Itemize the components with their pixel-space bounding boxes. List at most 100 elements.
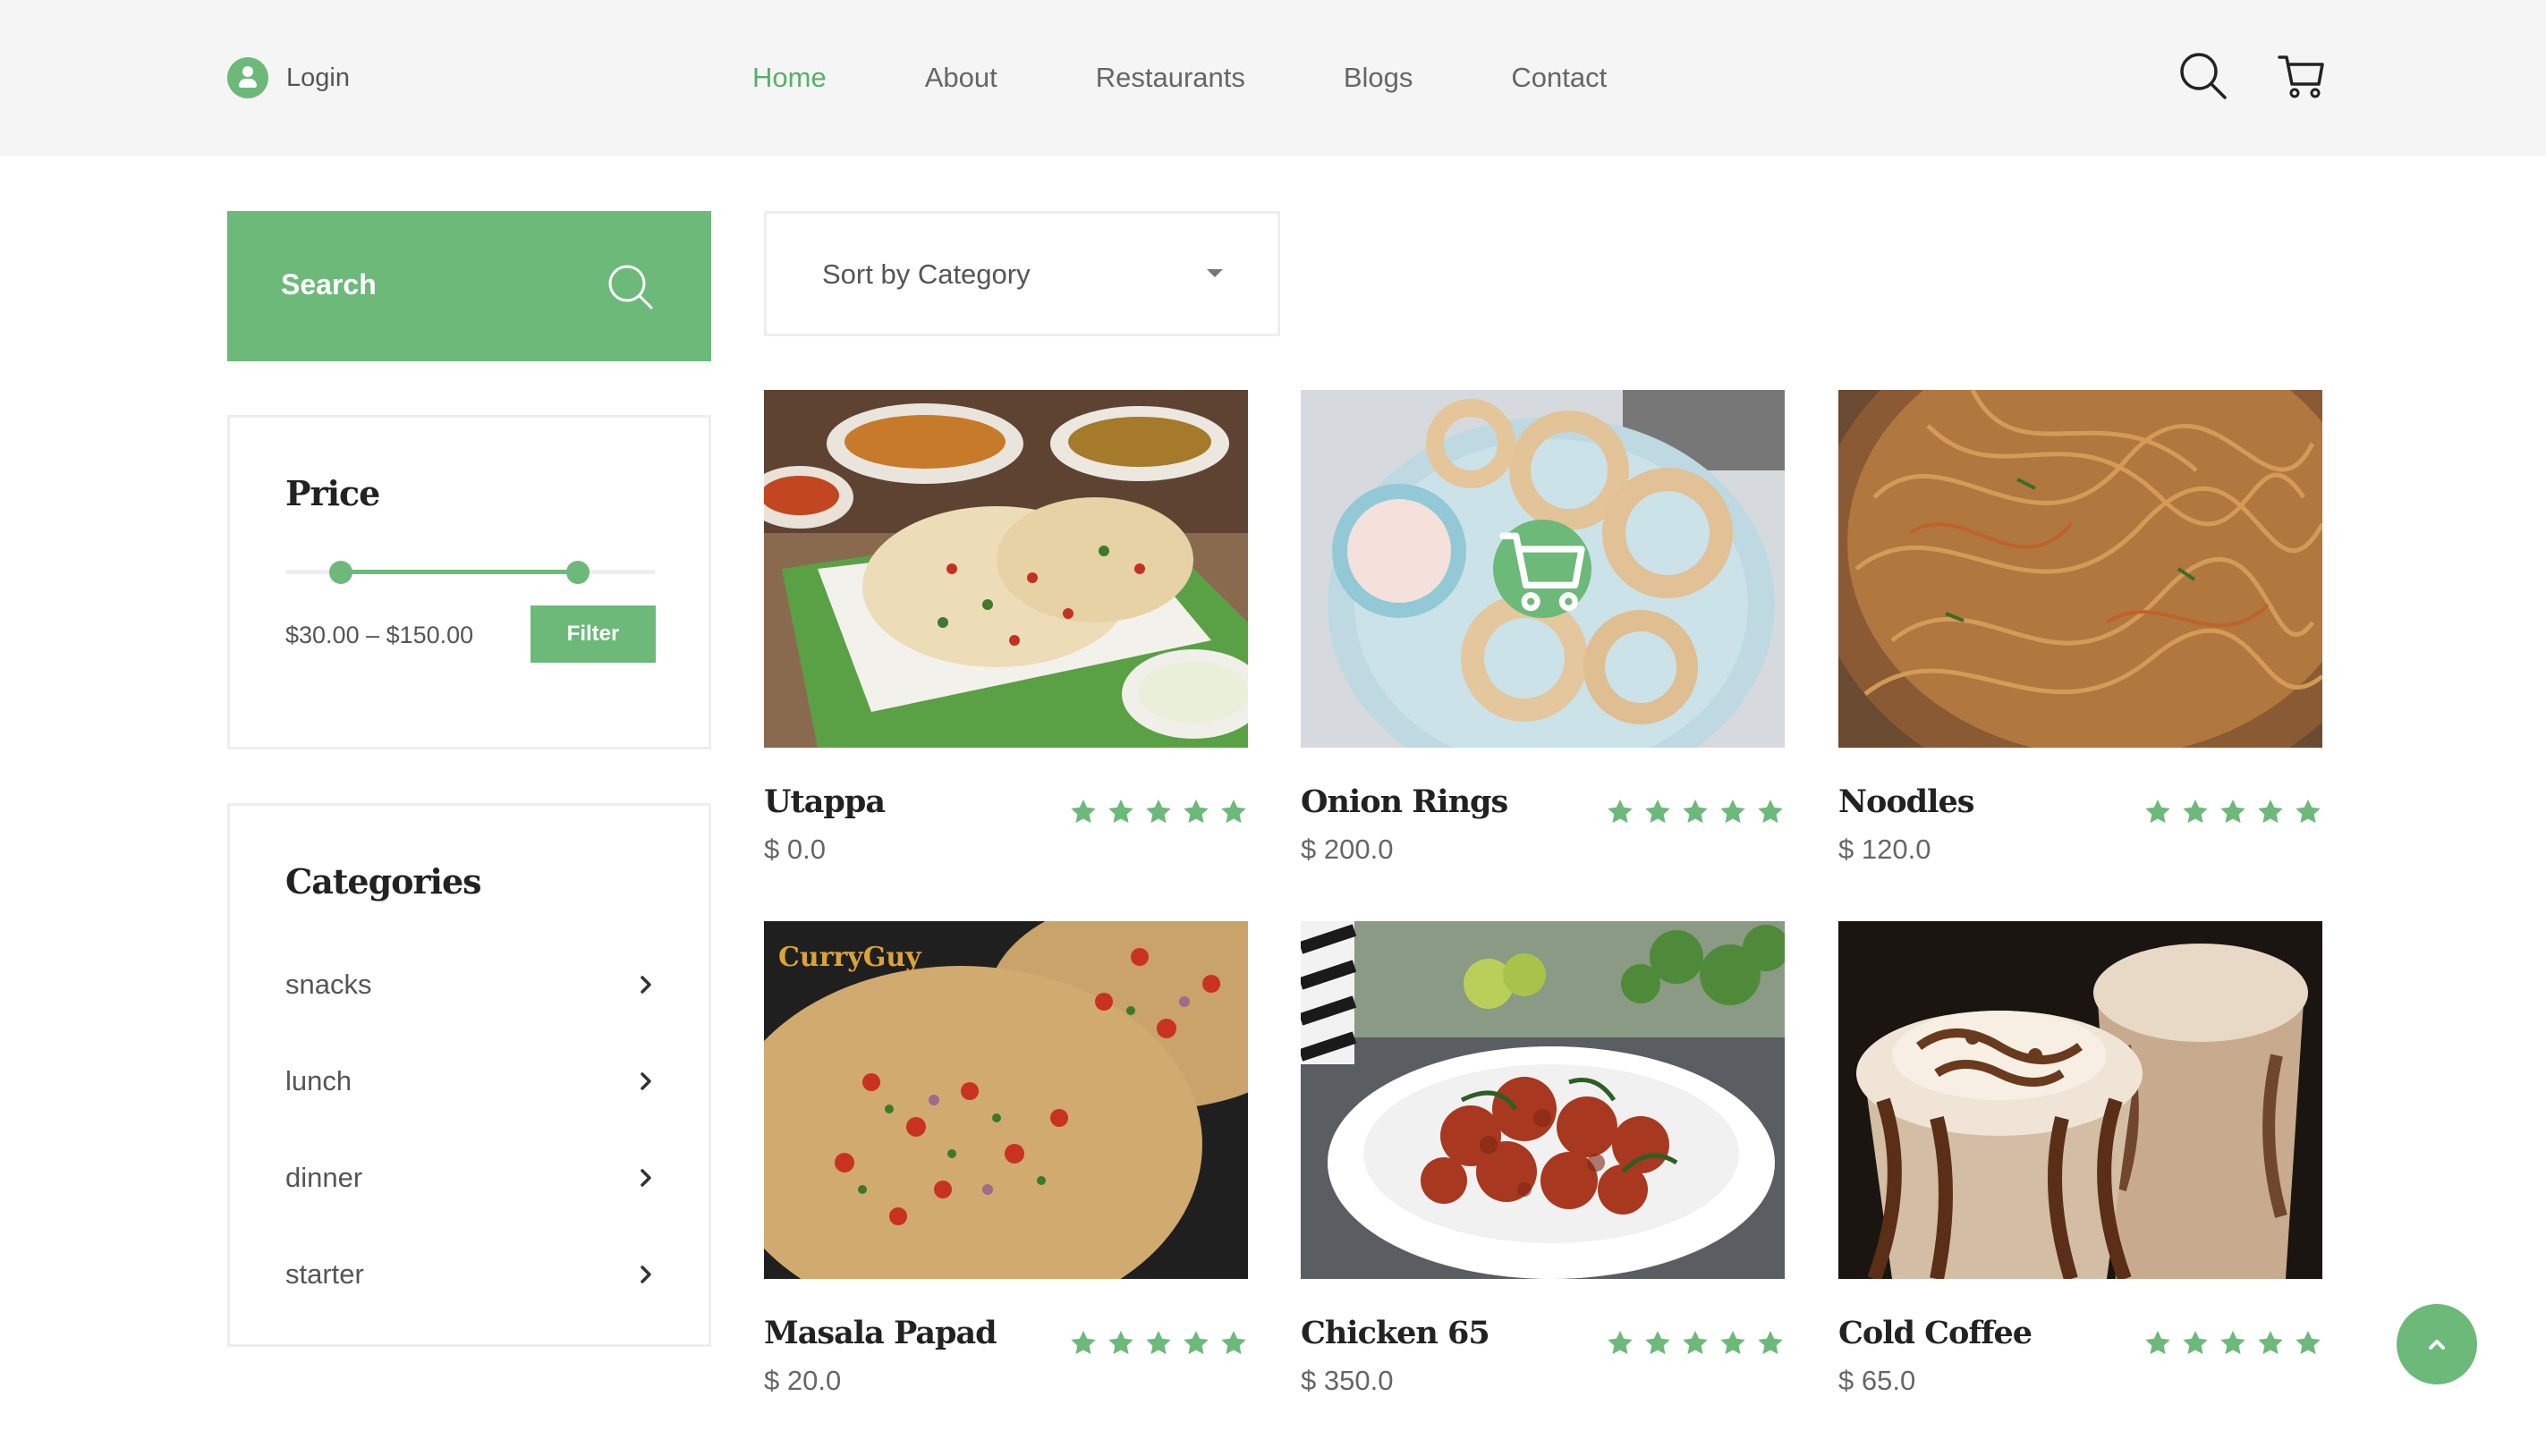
- star-icon: [1184, 800, 1209, 824]
- caret-down-icon: [1207, 269, 1223, 277]
- login-link[interactable]: Login: [227, 55, 350, 100]
- category-label: dinner: [285, 1162, 363, 1193]
- product-name[interactable]: Noodles: [1838, 783, 1974, 820]
- star-icon: [2183, 800, 2208, 824]
- star-icon: [2145, 800, 2170, 824]
- product-name[interactable]: Cold Coffee: [1838, 1315, 2033, 1351]
- nav-contact[interactable]: Contact: [1511, 62, 1607, 94]
- star-icon: [1720, 1331, 1745, 1355]
- star-icon: [2296, 1331, 2321, 1355]
- search-icon[interactable]: [603, 259, 657, 313]
- chevron-right-icon: [641, 1266, 651, 1283]
- star-icon: [2220, 800, 2245, 824]
- star-icon: [1071, 800, 1096, 824]
- star-icon: [1221, 800, 1246, 824]
- product-price: $ 200.0: [1301, 834, 1394, 865]
- search-icon[interactable]: [2176, 48, 2229, 102]
- star-icon: [1071, 1331, 1096, 1355]
- product-image[interactable]: CurryGuy: [764, 921, 1248, 1279]
- cart-icon[interactable]: [2274, 48, 2328, 102]
- chevron-right-icon: [641, 976, 651, 994]
- star-icon: [1608, 1331, 1633, 1355]
- price-filter-panel: Price $30.00 – $150.00 Filter: [227, 415, 711, 749]
- nav-about[interactable]: About: [925, 62, 997, 94]
- category-item-dinner[interactable]: dinner: [285, 1151, 656, 1205]
- login-label: Login: [286, 63, 350, 92]
- star-icon: [1221, 1331, 1246, 1355]
- search-label: Search: [281, 268, 377, 301]
- star-icon: [1683, 800, 1708, 824]
- star-icon: [1108, 1331, 1133, 1355]
- chevron-right-icon: [641, 1169, 651, 1187]
- sidebar-search-box[interactable]: Search: [227, 211, 711, 361]
- star-icon: [2145, 1331, 2170, 1355]
- cart-icon: [1499, 532, 1585, 612]
- product-rating: [2143, 1329, 2322, 1358]
- star-icon: [1645, 1331, 1670, 1355]
- product-rating: [1069, 1329, 1248, 1358]
- category-label: starter: [285, 1258, 364, 1290]
- price-slider-min-handle[interactable]: [329, 561, 353, 584]
- star-icon: [1146, 1331, 1171, 1355]
- star-icon: [1683, 1331, 1708, 1355]
- categories-title: Categories: [285, 861, 482, 902]
- product-name[interactable]: Chicken 65: [1301, 1315, 1490, 1351]
- product-price: $ 20.0: [764, 1365, 842, 1396]
- star-icon: [2220, 1331, 2245, 1355]
- product-price: $ 0.0: [764, 834, 826, 865]
- star-icon: [2296, 800, 2321, 824]
- product-price: $ 65.0: [1838, 1365, 1916, 1396]
- product-name[interactable]: Utappa: [764, 783, 886, 820]
- back-to-top-button[interactable]: [2397, 1304, 2477, 1384]
- price-range-text: $30.00 – $150.00: [285, 622, 474, 648]
- product-image[interactable]: [1838, 921, 2322, 1279]
- star-icon: [2258, 800, 2283, 824]
- product-rating: [1069, 798, 1248, 826]
- filter-button[interactable]: Filter: [530, 605, 656, 663]
- product-price: $ 120.0: [1838, 834, 1931, 865]
- product-rating: [2143, 798, 2322, 826]
- category-label: lunch: [285, 1065, 352, 1096]
- categories-panel: Categories snacks lunch dinner starter: [227, 803, 711, 1347]
- product-card-masala-papad: CurryGuy Masala Papad $ 20.0: [764, 921, 1248, 1422]
- product-rating: [1606, 1329, 1785, 1358]
- add-to-cart-button[interactable]: [1493, 520, 1591, 618]
- product-card-cold-coffee: Cold Coffee $ 65.0: [1838, 921, 2322, 1422]
- star-icon: [1108, 800, 1133, 824]
- star-icon: [1758, 1331, 1783, 1355]
- product-image[interactable]: [764, 390, 1248, 748]
- product-image[interactable]: [1838, 390, 2322, 748]
- product-name[interactable]: Onion Rings: [1301, 783, 1508, 820]
- star-icon: [1758, 800, 1783, 824]
- star-icon: [1720, 800, 1745, 824]
- nav-home[interactable]: Home: [752, 62, 827, 94]
- nav-blogs[interactable]: Blogs: [1344, 62, 1413, 94]
- sort-by-category-select[interactable]: Sort by Category: [764, 211, 1280, 336]
- category-item-snacks[interactable]: snacks: [285, 958, 656, 1012]
- star-icon: [1645, 800, 1670, 824]
- product-rating: [1606, 798, 1785, 826]
- category-item-starter[interactable]: starter: [285, 1248, 656, 1301]
- product-card-noodles: Noodles $ 120.0: [1838, 390, 2322, 891]
- sort-label: Sort by Category: [822, 258, 1031, 290]
- price-slider-range: [341, 570, 579, 574]
- product-price: $ 350.0: [1301, 1365, 1394, 1396]
- star-icon: [1146, 800, 1171, 824]
- star-icon: [1184, 1331, 1209, 1355]
- main-nav: Home About Restaurants Blogs Contact: [752, 55, 1607, 100]
- product-image[interactable]: [1301, 390, 1785, 748]
- nav-restaurants[interactable]: Restaurants: [1096, 62, 1245, 94]
- star-icon: [1608, 800, 1633, 824]
- category-item-lunch[interactable]: lunch: [285, 1054, 656, 1108]
- chevron-up-icon: [2429, 1340, 2445, 1350]
- product-image[interactable]: [1301, 921, 1785, 1279]
- star-icon: [2183, 1331, 2208, 1355]
- price-slider-max-handle[interactable]: [566, 561, 590, 584]
- product-card-onion-rings: Onion Rings $ 200.0: [1301, 390, 1785, 891]
- user-icon: [227, 57, 268, 98]
- star-icon: [2258, 1331, 2283, 1355]
- product-card-chicken-65: Chicken 65 $ 350.0: [1301, 921, 1785, 1422]
- product-name[interactable]: Masala Papad: [764, 1315, 997, 1351]
- category-label: snacks: [285, 969, 372, 1000]
- top-header: Login Home About Restaurants Blogs Conta…: [0, 0, 2546, 156]
